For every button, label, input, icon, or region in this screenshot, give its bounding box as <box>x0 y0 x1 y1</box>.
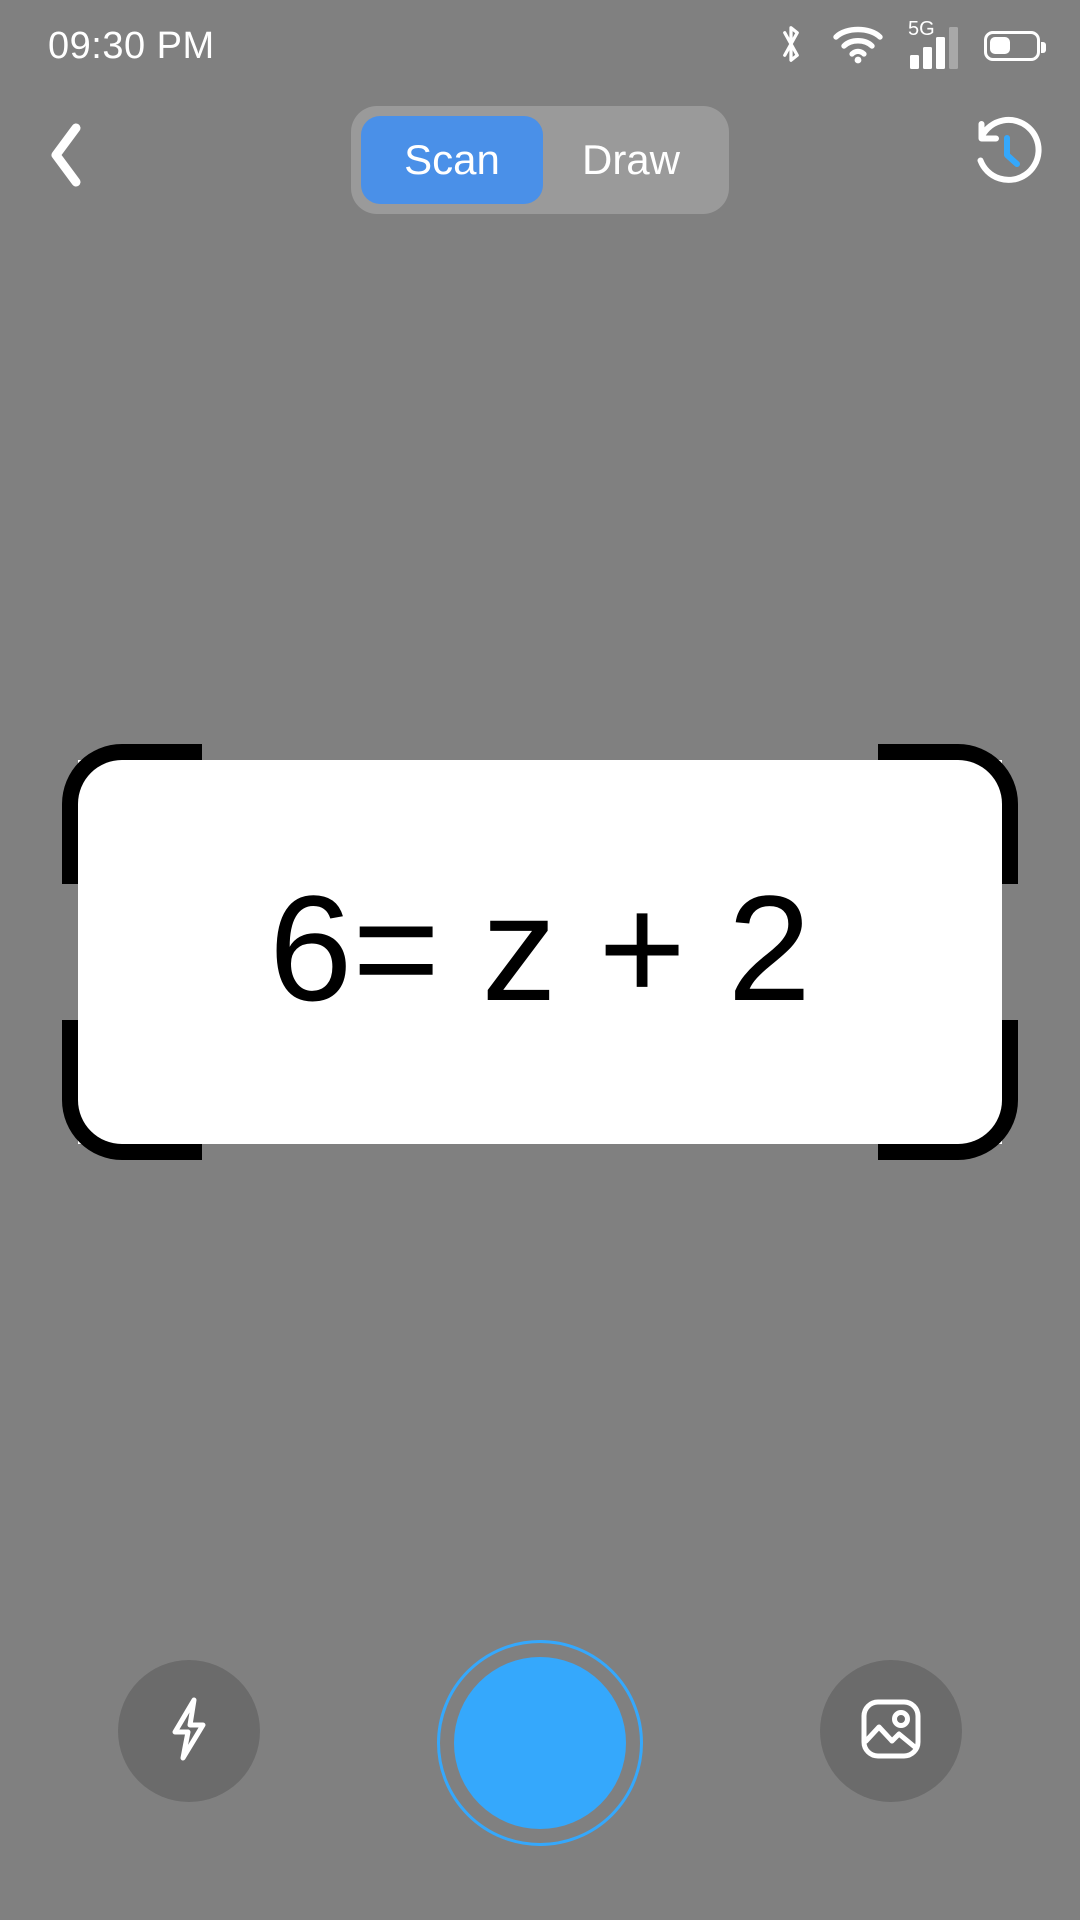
status-bar-icons: 5G <box>776 19 1046 72</box>
signal-bar-2 <box>923 47 932 69</box>
tab-scan[interactable]: Scan <box>361 116 543 204</box>
battery-icon <box>984 31 1046 61</box>
gallery-button[interactable] <box>820 1660 962 1802</box>
bluetooth-icon <box>776 21 806 72</box>
tab-draw[interactable]: Draw <box>543 116 719 204</box>
equation-text: 6= z + 2 <box>268 864 812 1032</box>
camera-controls-bar <box>0 1640 1080 1860</box>
signal-bar-1 <box>910 55 919 69</box>
app-screen: 09:30 PM 5G Scan Draw 6= z + 2 <box>0 0 1080 1920</box>
wifi-icon <box>832 24 884 69</box>
flash-toggle-button[interactable] <box>118 1660 260 1802</box>
signal-bar-4 <box>949 27 958 69</box>
top-navigation-bar: Scan Draw <box>0 92 1080 222</box>
scan-frame: 6= z + 2 <box>62 744 1018 1160</box>
shutter-button[interactable] <box>437 1640 643 1846</box>
chevron-left-icon <box>44 120 90 190</box>
status-bar: 09:30 PM 5G <box>0 0 1080 92</box>
back-button[interactable] <box>24 112 110 198</box>
image-gallery-icon <box>858 1696 924 1767</box>
shutter-button-inner <box>454 1657 626 1829</box>
status-bar-time: 09:30 PM <box>48 25 215 67</box>
cellular-signal-icon: 5G <box>908 19 958 69</box>
history-button[interactable] <box>962 110 1052 200</box>
mode-toggle[interactable]: Scan Draw <box>351 106 729 214</box>
network-type-label: 5G <box>908 18 935 40</box>
flash-bolt-icon <box>161 1694 217 1769</box>
history-clock-icon <box>968 114 1046 197</box>
signal-bar-3 <box>936 37 945 69</box>
battery-fill <box>990 37 1010 54</box>
